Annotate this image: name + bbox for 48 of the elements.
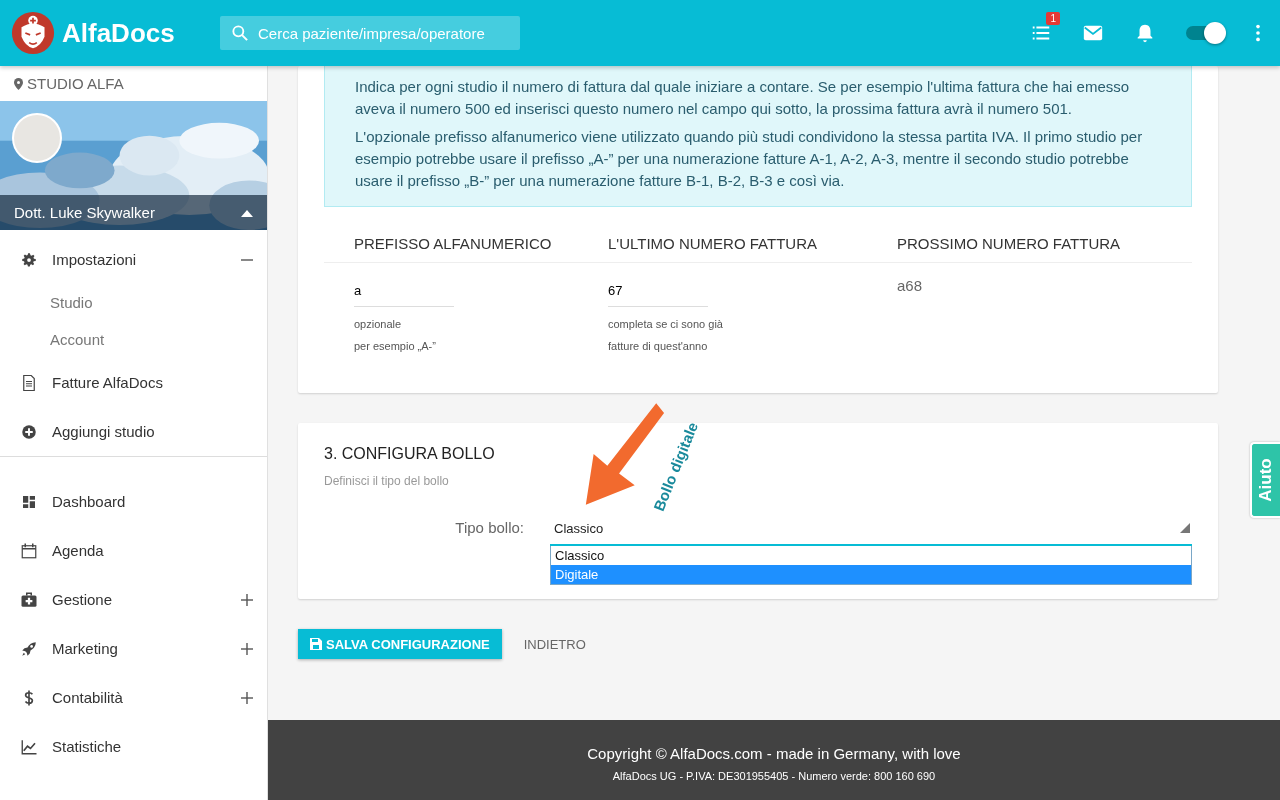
menu-item[interactable]: Contabilità bbox=[52, 689, 123, 706]
save-icon bbox=[310, 638, 322, 650]
prefix-field[interactable]: a bbox=[354, 275, 454, 307]
lion-logo-icon bbox=[10, 10, 56, 56]
copyright-text: Copyright © AlfaDocs.com - made in Germany, with love bbox=[587, 744, 961, 762]
medical-kit-icon bbox=[20, 590, 38, 609]
menu-item[interactable]: Marketing bbox=[52, 640, 118, 657]
menu-item[interactable]: Statistiche bbox=[52, 738, 122, 755]
more-icon[interactable] bbox=[1254, 22, 1262, 44]
field-label: Tipo bollo: bbox=[454, 518, 525, 538]
rocket-icon bbox=[20, 639, 38, 658]
company-info: AlfaDocs UG - P.IVA: DE301955405 - Numero verde: 800 160 690 bbox=[612, 769, 936, 782]
info-paragraph: Indica per ogni studio il numero di fattura dal quale iniziare a contare. Se per esempio l'ultima fattura che hai emesso aveva il numero 500 ed inserisci questo numero nel campo qui sotto, la prossima fattura avrà il numero 501. bbox=[355, 77, 1131, 119]
caret-up-icon[interactable] bbox=[241, 208, 253, 217]
location-pin-icon bbox=[14, 77, 23, 90]
section-subtitle: Definisci il tipo del bollo bbox=[324, 474, 449, 488]
expand-icon[interactable] bbox=[241, 642, 253, 655]
add-circle-icon bbox=[20, 422, 38, 441]
field-hint: per esempio „A-” bbox=[354, 339, 437, 354]
dropdown-arrow-icon bbox=[1180, 523, 1190, 533]
logo-text: AlfaDocs bbox=[62, 17, 175, 49]
calendar-icon bbox=[20, 541, 38, 560]
info-paragraph: L'opzionale prefisso alfanumerico viene utilizzato quando più studi condividono la stessa partita IVA. Il primo studio per esempio potrebbe usare il prefisso „A-” per una numerazione fatture A-1, A-2, A-3, mentre il secondo studio potrebbe usare il prefisso „B-” per una numerazione fatture B-1, B-2, B-3 e così via. bbox=[355, 127, 1144, 191]
column-header: PROSSIMO NUMERO FATTURA bbox=[897, 235, 1122, 252]
menu-item[interactable]: Aggiungi studio bbox=[52, 423, 155, 440]
submenu-item[interactable]: Studio bbox=[50, 294, 93, 311]
search-icon bbox=[230, 23, 250, 43]
studio-name: STUDIO ALFA bbox=[27, 75, 124, 92]
menu-item[interactable]: Agenda bbox=[52, 542, 104, 559]
field-hint: fatture di quest'anno bbox=[608, 339, 709, 354]
menu-item[interactable]: Dashboard bbox=[52, 493, 126, 510]
menu-item[interactable]: Fatture AlfaDocs bbox=[52, 374, 163, 391]
menu-item[interactable]: Impostazioni bbox=[52, 251, 137, 268]
menu-item[interactable]: Gestione bbox=[52, 591, 113, 608]
notification-badge: 1 bbox=[1046, 12, 1060, 25]
document-icon bbox=[20, 373, 38, 392]
last-number-field[interactable]: 67 bbox=[608, 275, 708, 307]
expand-icon[interactable] bbox=[241, 691, 253, 704]
submenu-item[interactable]: Account bbox=[50, 331, 105, 348]
expand-icon[interactable] bbox=[241, 593, 253, 606]
back-button[interactable]: INDIETRO bbox=[517, 635, 592, 653]
field-hint: completa se ci sono già bbox=[608, 317, 724, 332]
column-header: L'ULTIMO NUMERO FATTURA bbox=[608, 235, 818, 252]
next-invoice-number: a68 bbox=[897, 276, 924, 294]
column-header: PREFISSO ALFANUMERICO bbox=[354, 235, 553, 252]
line-chart-icon bbox=[20, 737, 38, 756]
settings-icon bbox=[20, 250, 38, 269]
field-hint: opzionale bbox=[354, 317, 403, 332]
